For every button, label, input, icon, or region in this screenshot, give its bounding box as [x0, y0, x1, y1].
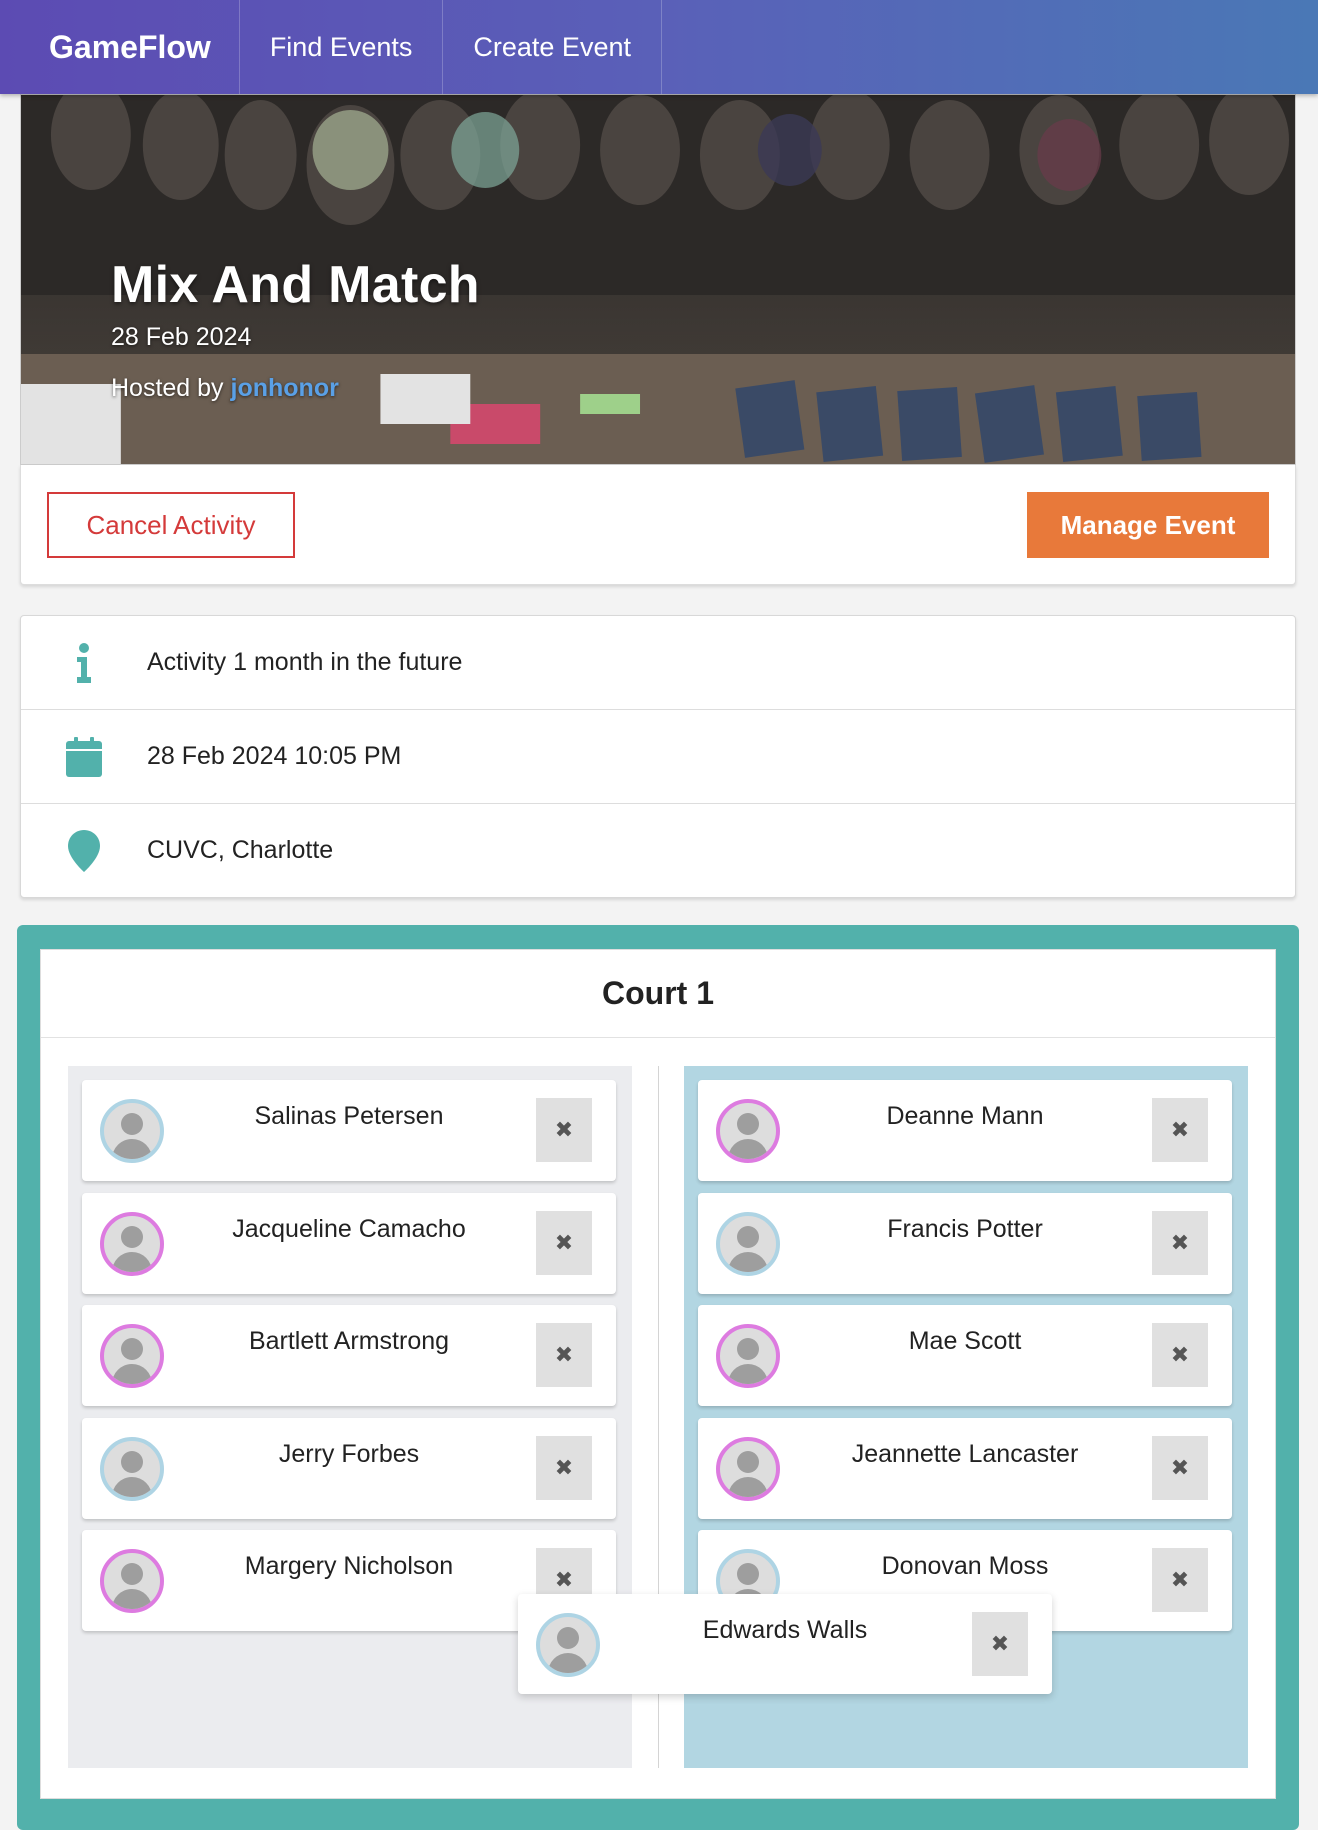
host-link[interactable]: jonhonor — [231, 374, 339, 402]
calendar-icon — [21, 736, 147, 777]
close-icon: ✖ — [1170, 1342, 1190, 1367]
player-name: Margery Nicholson — [244, 1552, 454, 1580]
player-card[interactable]: Deanne Mann ✖ — [698, 1080, 1232, 1181]
remove-player-button[interactable]: ✖ — [536, 1436, 592, 1500]
info-icon — [21, 642, 147, 683]
avatar — [716, 1212, 780, 1276]
close-icon: ✖ — [1170, 1117, 1190, 1142]
remove-player-button[interactable]: ✖ — [1152, 1548, 1208, 1612]
player-card[interactable]: Jacqueline Camacho ✖ — [82, 1193, 616, 1294]
close-icon: ✖ — [554, 1455, 574, 1480]
avatar — [716, 1324, 780, 1388]
remove-player-button[interactable]: ✖ — [1152, 1211, 1208, 1275]
event-date: 28 Feb 2024 — [111, 323, 252, 351]
close-icon: ✖ — [990, 1631, 1010, 1656]
hosted-by-label: Hosted by — [111, 374, 224, 402]
avatar — [100, 1212, 164, 1276]
player-name: Salinas Petersen — [254, 1102, 444, 1130]
remove-player-button[interactable]: ✖ — [536, 1098, 592, 1162]
close-icon: ✖ — [1170, 1455, 1190, 1480]
close-icon: ✖ — [1170, 1567, 1190, 1592]
event-hero-banner: Mix And Match 28 Feb 2024 Hosted by jonh… — [20, 94, 1296, 465]
avatar — [716, 1437, 780, 1501]
avatar — [716, 1099, 780, 1163]
player-card[interactable]: Bartlett Armstrong ✖ — [82, 1305, 616, 1406]
event-title: Mix And Match — [111, 256, 480, 314]
nav-create-event[interactable]: Create Event — [443, 0, 662, 94]
player-name: Jacqueline Camacho — [232, 1215, 466, 1243]
player-name: Donovan Moss — [881, 1552, 1049, 1580]
player-name: Francis Potter — [887, 1215, 1043, 1243]
remove-player-button[interactable]: ✖ — [536, 1211, 592, 1275]
player-name: Deanne Mann — [886, 1102, 1044, 1130]
nav-find-events[interactable]: Find Events — [240, 0, 444, 94]
remove-player-button[interactable]: ✖ — [972, 1612, 1028, 1676]
info-datetime-text: 28 Feb 2024 10:05 PM — [147, 742, 402, 770]
remove-player-button[interactable]: ✖ — [536, 1323, 592, 1387]
player-name: Edwards Walls — [702, 1616, 868, 1644]
close-icon: ✖ — [554, 1117, 574, 1142]
info-status-text: Activity 1 month in the future — [147, 648, 463, 676]
location-pin-icon — [21, 829, 147, 872]
info-row-location: CUVC, Charlotte — [21, 804, 1295, 897]
avatar — [536, 1613, 600, 1677]
close-icon: ✖ — [554, 1230, 574, 1255]
brand-logo[interactable]: GameFlow — [0, 0, 240, 94]
court-panel: Court 1 Salinas Petersen ✖ Jacqueline Ca… — [17, 925, 1299, 1830]
cancel-activity-button[interactable]: Cancel Activity — [47, 492, 295, 558]
close-icon: ✖ — [554, 1342, 574, 1367]
player-name: Jeannette Lancaster — [851, 1440, 1079, 1468]
court-title: Court 1 — [41, 950, 1275, 1038]
top-navbar: GameFlow Find Events Create Event — [0, 0, 1318, 94]
info-location-text: CUVC, Charlotte — [147, 836, 334, 864]
event-host-line: Hosted by jonhonor — [111, 374, 480, 403]
manage-event-button[interactable]: Manage Event — [1027, 492, 1269, 558]
dragging-player-card[interactable]: Edwards Walls ✖ — [518, 1594, 1052, 1694]
event-info-list: Activity 1 month in the future 28 Feb 20… — [20, 615, 1296, 898]
info-row-status: Activity 1 month in the future — [21, 616, 1295, 710]
remove-player-button[interactable]: ✖ — [1152, 1098, 1208, 1162]
remove-player-button[interactable]: ✖ — [1152, 1323, 1208, 1387]
info-row-datetime: 28 Feb 2024 10:05 PM — [21, 710, 1295, 804]
player-card[interactable]: Mae Scott ✖ — [698, 1305, 1232, 1406]
player-card[interactable]: Jeannette Lancaster ✖ — [698, 1418, 1232, 1519]
player-card[interactable]: Jerry Forbes ✖ — [82, 1418, 616, 1519]
avatar — [100, 1324, 164, 1388]
close-icon: ✖ — [554, 1567, 574, 1592]
avatar — [100, 1437, 164, 1501]
player-card[interactable]: Francis Potter ✖ — [698, 1193, 1232, 1294]
remove-player-button[interactable]: ✖ — [1152, 1436, 1208, 1500]
hero-text-block: Mix And Match 28 Feb 2024 Hosted by jonh… — [111, 255, 480, 403]
close-icon: ✖ — [1170, 1230, 1190, 1255]
player-card[interactable]: Salinas Petersen ✖ — [82, 1080, 616, 1181]
avatar — [100, 1549, 164, 1613]
event-actions-card: Cancel Activity Manage Event — [20, 465, 1296, 585]
player-name: Mae Scott — [908, 1327, 1022, 1355]
avatar — [100, 1099, 164, 1163]
player-name: Jerry Forbes — [278, 1440, 420, 1468]
player-name: Bartlett Armstrong — [248, 1327, 450, 1355]
